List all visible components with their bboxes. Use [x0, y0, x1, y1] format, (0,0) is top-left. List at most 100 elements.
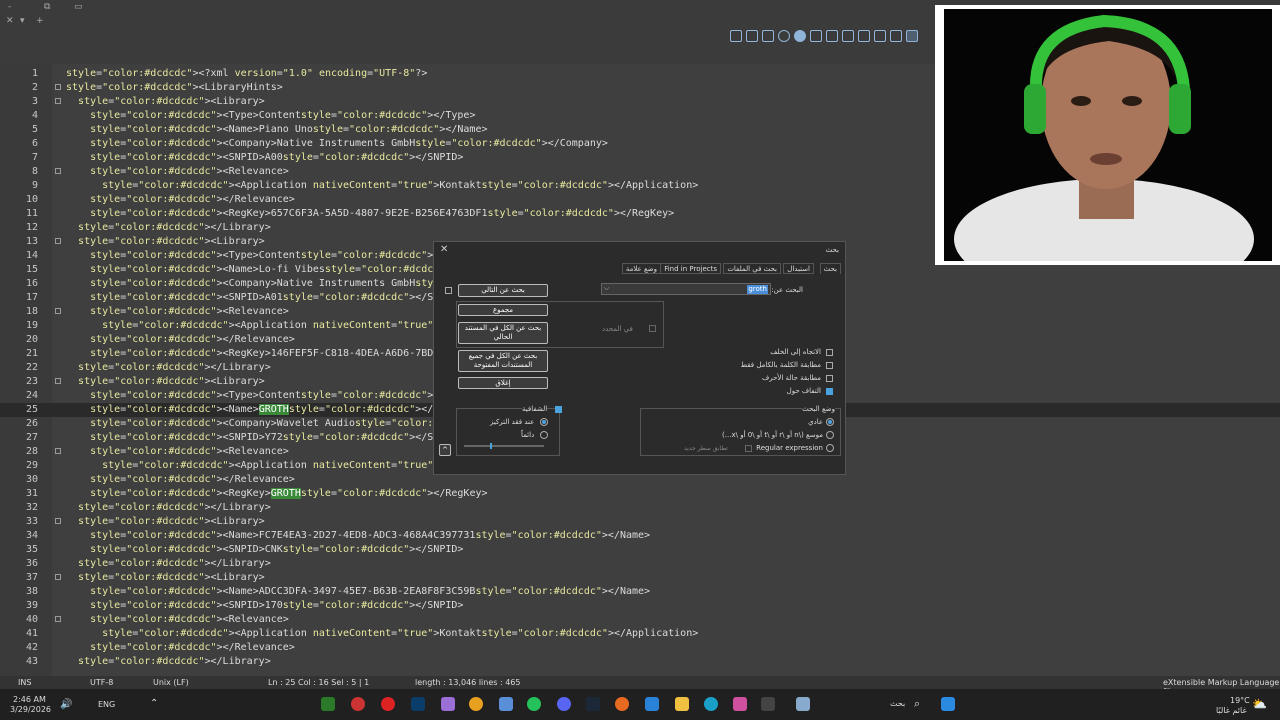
- taskbar-search-input[interactable]: بحث: [890, 699, 905, 708]
- toolbar-button[interactable]: [906, 30, 918, 42]
- app-icon[interactable]: [441, 697, 455, 711]
- tab-find-in-files[interactable]: بحث في الملفات: [723, 263, 781, 274]
- collapse-button[interactable]: ^: [439, 444, 451, 456]
- search-icon[interactable]: ⌕: [914, 697, 920, 711]
- wrap-around-checkbox[interactable]: [826, 388, 833, 395]
- dot-newline-checkbox[interactable]: [745, 445, 752, 452]
- toolbar-button[interactable]: [826, 30, 838, 42]
- transparency-slider[interactable]: [464, 443, 544, 449]
- code-line[interactable]: 39 style="color:#dcdcdc"><SNPID>170style…: [0, 599, 1280, 613]
- code-line[interactable]: 30 style="color:#dcdcdc"></Relevance>: [0, 473, 1280, 487]
- photoshop-icon[interactable]: [411, 697, 425, 711]
- find-all-current-button[interactable]: بحث عن الكل في المستند الحالي: [458, 322, 548, 344]
- app-icon[interactable]: [469, 697, 483, 711]
- pin-checkbox[interactable]: [445, 287, 452, 294]
- app-icon[interactable]: [351, 697, 365, 711]
- tab-find[interactable]: بحث: [819, 263, 841, 274]
- fold-toggle-icon[interactable]: [55, 238, 61, 244]
- code-line[interactable]: 43 style="color:#dcdcdc"></Library>: [0, 655, 1280, 669]
- app-icon[interactable]: [499, 697, 513, 711]
- firefox-icon[interactable]: [615, 697, 629, 711]
- match-case-checkbox[interactable]: [826, 375, 833, 382]
- mode-regex-radio[interactable]: [826, 444, 834, 452]
- dropdown-chevron-icon[interactable]: ⌵: [604, 284, 609, 293]
- code-line[interactable]: 40 style="color:#dcdcdc"><Relevance>: [0, 613, 1280, 627]
- start-icon[interactable]: [941, 697, 955, 711]
- toolbar-button[interactable]: [810, 30, 822, 42]
- restore-button[interactable]: ⧉: [44, 2, 50, 12]
- fold-toggle-icon[interactable]: [55, 84, 61, 90]
- language-indicator[interactable]: ENG: [98, 700, 115, 709]
- search-input[interactable]: groth ⌵: [601, 283, 771, 295]
- close-tab-icon[interactable]: ✕: [6, 16, 14, 26]
- code-line[interactable]: 34 style="color:#dcdcdc"><Name>FC7E4EA3-…: [0, 529, 1280, 543]
- code-line[interactable]: 35 style="color:#dcdcdc"><SNPID>CNKstyle…: [0, 543, 1280, 557]
- clock-time: 2:46 AM: [13, 695, 46, 704]
- toolbar-button[interactable]: [874, 30, 886, 42]
- toolbar-button[interactable]: [746, 30, 758, 42]
- whole-word-checkbox[interactable]: [826, 362, 833, 369]
- code-line[interactable]: 31 style="color:#dcdcdc"><RegKey>GROTHst…: [0, 487, 1280, 501]
- fold-toggle-icon[interactable]: [55, 378, 61, 384]
- notepad-icon[interactable]: [321, 697, 335, 711]
- backward-checkbox[interactable]: [826, 349, 833, 356]
- file-explorer-icon[interactable]: [675, 697, 689, 711]
- slider-handle[interactable]: [490, 443, 492, 449]
- code-line[interactable]: 37 style="color:#dcdcdc"><Library>: [0, 571, 1280, 585]
- code-line[interactable]: 41 style="color:#dcdcdc"><Application na…: [0, 627, 1280, 641]
- app-icon[interactable]: [733, 697, 747, 711]
- app-icon[interactable]: [796, 697, 810, 711]
- steam-icon[interactable]: [586, 697, 600, 711]
- toolbar-button[interactable]: [842, 30, 854, 42]
- tray-chevron-icon[interactable]: ⌃: [150, 698, 158, 709]
- find-next-button[interactable]: بحث عن التالي: [458, 284, 548, 297]
- mode-normal-radio[interactable]: [826, 418, 834, 426]
- close-button[interactable]: إغلاق: [458, 377, 548, 389]
- new-tab-icon[interactable]: +: [36, 16, 44, 26]
- line-number: 27: [25, 432, 38, 443]
- code-line[interactable]: 38 style="color:#dcdcdc"><Name>ADCC3DFA-…: [0, 585, 1280, 599]
- find-all-open-button[interactable]: بحث عن الكل في جميع المستندات المفتوحة: [458, 350, 548, 372]
- eol-format: Unix (LF): [153, 678, 189, 687]
- fold-toggle-icon[interactable]: [55, 574, 61, 580]
- tab-replace[interactable]: استبدال: [783, 263, 814, 274]
- fold-toggle-icon[interactable]: [55, 448, 61, 454]
- toolbar-button[interactable]: [730, 30, 742, 42]
- tab-list-icon[interactable]: ▾: [20, 16, 25, 26]
- toolbar-button[interactable]: [762, 30, 774, 42]
- fold-toggle-icon[interactable]: [55, 308, 61, 314]
- code-line[interactable]: 36 style="color:#dcdcdc"></Library>: [0, 557, 1280, 571]
- fold-toggle-icon[interactable]: [55, 168, 61, 174]
- transparency-label: الشفافية: [522, 405, 548, 413]
- fold-toggle-icon[interactable]: [55, 518, 61, 524]
- dialog-title: بحث: [825, 246, 839, 254]
- code-line[interactable]: 32 style="color:#dcdcdc"></Library>: [0, 501, 1280, 515]
- record-macro-icon[interactable]: [778, 30, 790, 42]
- on-lose-focus-radio[interactable]: [540, 418, 548, 426]
- tab-find-in-projects[interactable]: Find in Projects: [660, 263, 721, 274]
- line-number: 32: [25, 502, 38, 513]
- store-icon[interactable]: [645, 697, 659, 711]
- count-button[interactable]: مجموع: [458, 304, 548, 316]
- dialog-close-icon[interactable]: ✕: [440, 244, 448, 255]
- fold-toggle-icon[interactable]: [55, 616, 61, 622]
- maximize-button[interactable]: ▭: [74, 2, 83, 12]
- tab-mark[interactable]: وضع علامة: [621, 263, 661, 274]
- fold-toggle-icon[interactable]: [55, 98, 61, 104]
- always-radio[interactable]: [540, 431, 548, 439]
- code-line[interactable]: 42 style="color:#dcdcdc"></Relevance>: [0, 641, 1280, 655]
- code-line[interactable]: 33 style="color:#dcdcdc"><Library>: [0, 515, 1280, 529]
- app-icon[interactable]: [761, 697, 775, 711]
- whatsapp-icon[interactable]: [527, 697, 541, 711]
- record-app-icon[interactable]: [381, 697, 395, 711]
- minimize-button[interactable]: -: [8, 2, 11, 12]
- transparency-checkbox[interactable]: [555, 406, 562, 413]
- discord-icon[interactable]: [557, 697, 571, 711]
- edge-icon[interactable]: [704, 697, 718, 711]
- play-macro-icon[interactable]: [794, 30, 806, 42]
- mode-extended-radio[interactable]: [826, 431, 834, 439]
- volume-icon[interactable]: 🔊: [60, 699, 72, 710]
- toolbar-button[interactable]: [890, 30, 902, 42]
- in-selection-checkbox[interactable]: [649, 325, 656, 332]
- toolbar-button[interactable]: [858, 30, 870, 42]
